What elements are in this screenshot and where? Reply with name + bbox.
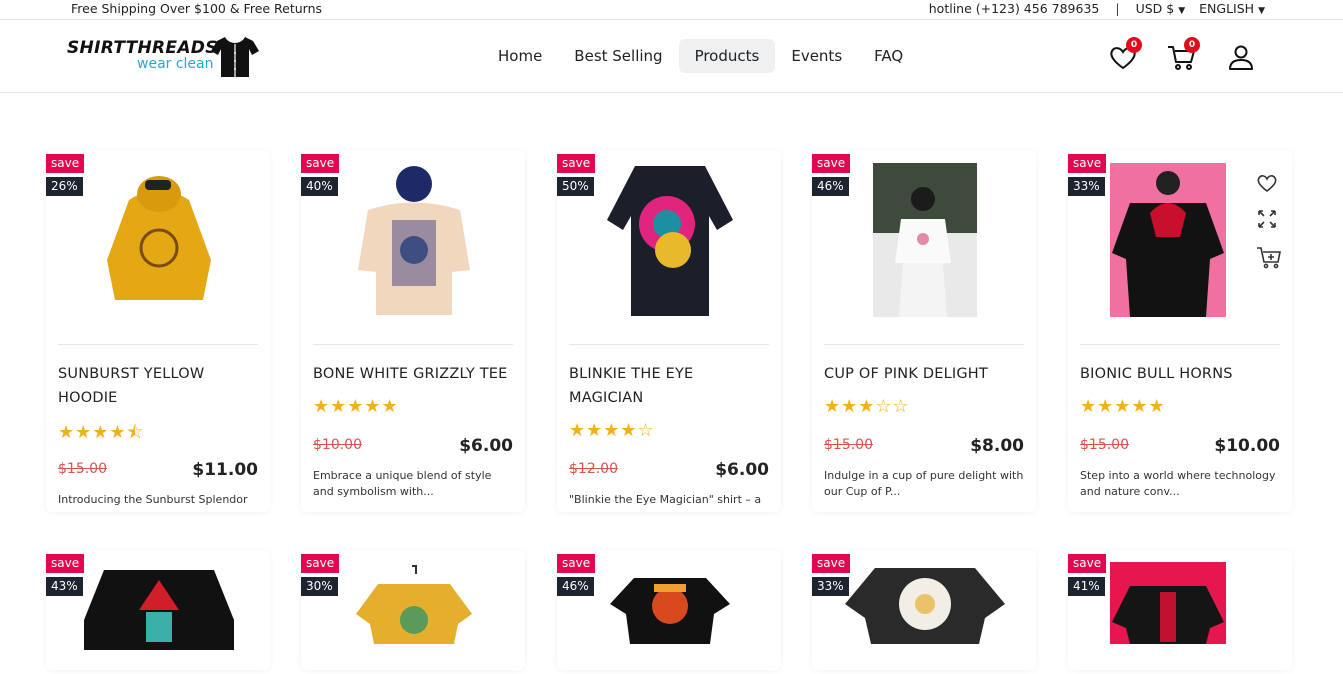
- product-name[interactable]: BONE WHITE GRIZZLY TEE: [313, 362, 513, 386]
- price: $6.00: [459, 436, 513, 456]
- add-to-wishlist-icon[interactable]: [1256, 172, 1278, 194]
- nav-faq[interactable]: FAQ: [858, 39, 919, 73]
- product-image[interactable]: [331, 160, 497, 320]
- shirt-logo-icon: [211, 37, 259, 77]
- product-card[interactable]: save 43%: [46, 550, 270, 670]
- hotline: hotline (+123) 456 789635: [928, 1, 1100, 16]
- discount-badge: 50%: [557, 177, 594, 196]
- product-name[interactable]: BIONIC BULL HORNS: [1080, 362, 1280, 386]
- product-card[interactable]: save 40% BONE WHITE GRIZZLY TEE ★★★★★ $1…: [301, 150, 525, 512]
- product-image[interactable]: [587, 574, 753, 674]
- product-image[interactable]: [587, 160, 753, 320]
- brand-tagline: wear clean: [137, 56, 214, 72]
- discount-badge: 30%: [301, 577, 338, 596]
- divider: [313, 344, 513, 345]
- save-tag: save: [301, 554, 340, 573]
- expand-icon[interactable]: [1256, 208, 1278, 230]
- old-price: $15.00: [58, 461, 107, 477]
- chevron-down-icon: ▼: [1258, 6, 1265, 16]
- rating-stars: ★★★☆☆: [824, 396, 910, 417]
- rating-stars: ★★★★⯪: [58, 422, 145, 443]
- old-price: $10.00: [313, 437, 362, 453]
- save-tag: save: [301, 154, 340, 173]
- site-header: SHIRTTHREADS wear clean Home Best Sellin…: [0, 20, 1343, 93]
- top-bar: Free Shipping Over $100 & Free Returns h…: [0, 0, 1343, 20]
- add-to-cart-icon[interactable]: [1256, 244, 1282, 270]
- price: $6.00: [715, 460, 769, 480]
- product-card[interactable]: save 41%: [1068, 550, 1292, 670]
- wishlist-button[interactable]: 0: [1108, 37, 1142, 72]
- product-description: "Blinkie the Eye Magician" shirt – a: [569, 493, 762, 506]
- discount-badge: 46%: [812, 177, 849, 196]
- nav-products[interactable]: Products: [678, 39, 776, 73]
- product-description: Indulge in a cup of pure delight with ou…: [824, 469, 1024, 498]
- brand-name: SHIRTTHREADS: [67, 38, 218, 58]
- product-image[interactable]: [842, 160, 1008, 320]
- price: $10.00: [1214, 436, 1280, 456]
- product-name[interactable]: SUNBURST YELLOW HOODIE: [58, 362, 258, 410]
- product-image[interactable]: [842, 564, 1008, 674]
- save-tag: save: [1068, 554, 1107, 573]
- language-select[interactable]: ENGLISH ▼: [1199, 1, 1265, 16]
- save-tag: save: [557, 554, 596, 573]
- rating-stars: ★★★★★: [1080, 396, 1166, 417]
- save-tag: save: [812, 554, 851, 573]
- product-description: Embrace a unique blend of style and symb…: [313, 469, 492, 498]
- product-description: Step into a world where technology and n…: [1080, 469, 1276, 498]
- save-tag: save: [46, 154, 85, 173]
- product-card[interactable]: save 46% CUP OF PINK DELIGHT ★★★☆☆ $15.0…: [812, 150, 1036, 512]
- brand-logo[interactable]: SHIRTTHREADS wear clean: [67, 36, 259, 80]
- rating-stars: ★★★★☆: [569, 420, 655, 441]
- cart-button[interactable]: 0: [1166, 37, 1200, 72]
- cart-count-badge: 0: [1184, 37, 1200, 53]
- divider: [824, 344, 1024, 345]
- discount-badge: 46%: [557, 577, 594, 596]
- product-image[interactable]: [1088, 160, 1248, 320]
- discount-badge: 43%: [46, 577, 83, 596]
- old-price: $15.00: [1080, 437, 1129, 453]
- nav-best-selling[interactable]: Best Selling: [558, 39, 678, 73]
- separator: |: [1115, 1, 1120, 16]
- discount-badge: 41%: [1068, 577, 1105, 596]
- save-tag: save: [46, 554, 85, 573]
- product-name[interactable]: CUP OF PINK DELIGHT: [824, 362, 1024, 386]
- product-card[interactable]: save 30%: [301, 550, 525, 670]
- product-image[interactable]: [76, 560, 242, 670]
- product-card[interactable]: save 50% BLINKIE THE EYE MAGICIAN ★★★★☆ …: [557, 150, 781, 512]
- divider: [58, 344, 258, 345]
- product-image[interactable]: [331, 564, 497, 674]
- product-image[interactable]: [76, 160, 242, 320]
- product-card[interactable]: save 26% SUNBURST YELLOW HOODIE ★★★★⯪ $1…: [46, 150, 270, 512]
- product-card[interactable]: save 46%: [557, 550, 781, 670]
- price: $8.00: [970, 436, 1024, 456]
- save-tag: save: [1068, 154, 1107, 173]
- chevron-down-icon: ▼: [1178, 6, 1186, 16]
- nav-home[interactable]: Home: [482, 39, 558, 73]
- price: $11.00: [192, 460, 258, 480]
- currency-select[interactable]: USD $ ▼: [1136, 1, 1186, 16]
- main-nav: Home Best Selling Products Events FAQ: [482, 39, 919, 73]
- user-icon: [1229, 45, 1253, 70]
- nav-events[interactable]: Events: [775, 39, 858, 73]
- product-name[interactable]: BLINKIE THE EYE MAGICIAN: [569, 362, 769, 410]
- discount-badge: 40%: [301, 177, 338, 196]
- divider: [569, 344, 769, 345]
- shipping-notice: Free Shipping Over $100 & Free Returns: [71, 1, 323, 16]
- account-button[interactable]: [1226, 42, 1256, 72]
- save-tag: save: [557, 154, 596, 173]
- rating-stars: ★★★★★: [313, 396, 399, 417]
- old-price: $15.00: [824, 437, 873, 453]
- old-price: $12.00: [569, 461, 618, 477]
- wishlist-count-badge: 0: [1126, 37, 1142, 53]
- product-description: Introducing the Sunburst Splendor: [58, 493, 248, 506]
- discount-badge: 26%: [46, 177, 83, 196]
- product-card[interactable]: save 33%: [812, 550, 1036, 670]
- discount-badge: 33%: [1068, 177, 1105, 196]
- divider: [1080, 344, 1280, 345]
- product-card[interactable]: save 33% BIONIC BULL HORNS ★★★★★ $15.00 …: [1068, 150, 1292, 512]
- save-tag: save: [812, 154, 851, 173]
- product-image[interactable]: [1088, 562, 1248, 672]
- discount-badge: 33%: [812, 577, 849, 596]
